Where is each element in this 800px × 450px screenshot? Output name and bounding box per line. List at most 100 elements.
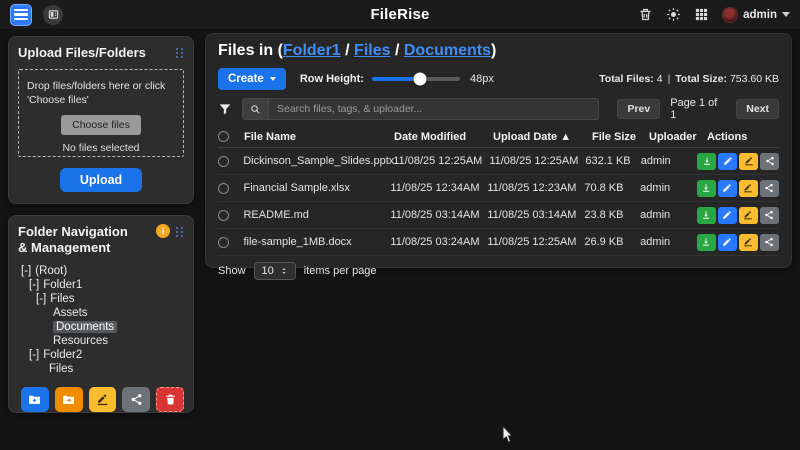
file-list-panel: Files in (Folder1 / Files / Documents) C…	[205, 33, 792, 268]
table-row: README.md 11/08/25 03:14AM 11/08/25 03:1…	[218, 202, 779, 229]
info-icon[interactable]: i	[156, 224, 170, 238]
file-size: 26.9 KB	[584, 236, 640, 248]
theme-toggle-sun-icon[interactable]	[666, 7, 681, 22]
share-button[interactable]	[760, 207, 779, 224]
file-name[interactable]: Dickinson_Sample_Slides.pptx	[243, 155, 393, 167]
row-checkbox[interactable]	[218, 237, 229, 248]
items-per-page-select[interactable]: 10	[254, 262, 296, 280]
select-all-checkbox[interactable]	[218, 131, 229, 142]
folder-panel-title: Folder Navigation & Management	[18, 224, 136, 257]
download-icon	[701, 237, 711, 247]
tree-item-resources[interactable]: Resources	[18, 334, 184, 348]
edit-button[interactable]	[718, 153, 737, 170]
move-folder-button[interactable]	[55, 387, 83, 412]
tree-item-folder2-files[interactable]: Files	[18, 362, 184, 376]
rename-button[interactable]	[739, 180, 758, 197]
upload-button[interactable]: Upload	[60, 168, 142, 192]
row-checkbox[interactable]	[218, 210, 229, 221]
drag-handle-icon[interactable]	[175, 226, 184, 238]
share-button[interactable]	[760, 153, 779, 170]
share-icon	[130, 393, 143, 406]
user-menu[interactable]: admin	[722, 7, 790, 23]
tree-item-documents[interactable]: Documents	[18, 320, 184, 334]
download-button[interactable]	[697, 153, 716, 170]
file-table: File Name Date Modified Upload Date ▲ Fi…	[218, 126, 779, 256]
download-button[interactable]	[697, 234, 716, 251]
edit-button[interactable]	[718, 207, 737, 224]
download-icon	[701, 183, 711, 193]
share-button[interactable]	[760, 234, 779, 251]
table-row: Financial Sample.xlsx 11/08/25 12:34AM 1…	[218, 175, 779, 202]
create-folder-button[interactable]	[21, 387, 49, 412]
top-bar: FileRise admin	[0, 0, 800, 30]
edit-button[interactable]	[718, 234, 737, 251]
share-icon	[765, 156, 775, 166]
row-height-slider[interactable]	[372, 72, 460, 86]
rename-button[interactable]	[739, 153, 758, 170]
view-toggle-button[interactable]	[43, 5, 63, 25]
rename-button[interactable]	[739, 234, 758, 251]
apps-grid-icon[interactable]	[694, 7, 709, 22]
download-icon	[702, 156, 712, 166]
create-button[interactable]: Create	[218, 68, 286, 90]
prev-page-button[interactable]: Prev	[617, 99, 660, 119]
rename-folder-button[interactable]	[89, 387, 117, 412]
col-header-file-size[interactable]: File Size	[592, 131, 649, 143]
tree-item-assets[interactable]: Assets	[18, 306, 184, 320]
file-toolbar: Create Row Height: 48px Total Files: 4|T…	[218, 67, 779, 91]
rename-button[interactable]	[739, 207, 758, 224]
download-button[interactable]	[697, 207, 716, 224]
share-icon	[764, 237, 774, 247]
breadcrumb-folder1[interactable]: Folder1	[283, 42, 341, 59]
drag-handle-icon[interactable]	[175, 47, 184, 59]
col-header-upload-date[interactable]: Upload Date ▲	[493, 131, 592, 143]
app-logo-icon[interactable]	[10, 4, 32, 26]
page-title: FileRise	[370, 6, 429, 23]
header-actions: admin	[638, 7, 790, 23]
upload-date: 11/08/25 12:23AM	[487, 182, 584, 194]
filter-icon[interactable]	[218, 102, 232, 116]
uploader: admin	[641, 155, 697, 167]
col-header-date-modified[interactable]: Date Modified	[394, 131, 493, 143]
breadcrumb-documents[interactable]: Documents	[404, 42, 491, 59]
tree-item-folder1[interactable]: [-]Folder1	[18, 278, 184, 292]
slider-thumb[interactable]	[414, 73, 427, 86]
tree-item-root[interactable]: [-](Root)	[18, 264, 184, 278]
breadcrumb: Files in (Folder1 / Files / Documents)	[218, 42, 779, 60]
tree-item-folder2[interactable]: [-]Folder2	[18, 348, 184, 362]
download-button[interactable]	[697, 180, 716, 197]
file-name[interactable]: README.md	[243, 209, 390, 221]
col-header-file-name[interactable]: File Name	[244, 131, 394, 143]
edit-button[interactable]	[718, 180, 737, 197]
file-dropzone[interactable]: Drop files/folders here or click 'Choose…	[18, 69, 184, 157]
pencil-icon	[722, 237, 732, 247]
delete-folder-button[interactable]	[156, 387, 184, 412]
row-checkbox[interactable]	[218, 183, 229, 194]
folder-plus-icon	[28, 393, 41, 406]
table-header-row: File Name Date Modified Upload Date ▲ Fi…	[218, 126, 779, 148]
search-input[interactable]	[269, 103, 598, 115]
row-height-value: 48px	[470, 73, 494, 85]
share-folder-button[interactable]	[122, 387, 150, 412]
tree-item-files[interactable]: [-]Files	[18, 292, 184, 306]
breadcrumb-files[interactable]: Files	[354, 42, 390, 59]
row-checkbox[interactable]	[218, 156, 229, 167]
col-header-actions: Actions	[707, 131, 779, 143]
mouse-cursor	[502, 425, 515, 444]
file-name[interactable]: Financial Sample.xlsx	[243, 182, 390, 194]
pencil-line-icon	[744, 156, 754, 166]
uploader: admin	[640, 209, 697, 221]
file-size: 632.1 KB	[585, 155, 640, 167]
file-name[interactable]: file-sample_1MB.docx	[243, 236, 390, 248]
search-icon	[243, 99, 269, 119]
totals-summary: Total Files: 4|Total Size: 753.60 KB	[599, 73, 779, 85]
search-box	[242, 98, 599, 120]
avatar	[722, 7, 738, 23]
next-page-button[interactable]: Next	[736, 99, 779, 119]
choose-files-button[interactable]: Choose files	[61, 115, 141, 135]
share-button[interactable]	[760, 180, 779, 197]
trash-icon[interactable]	[638, 7, 653, 22]
col-header-uploader[interactable]: Uploader	[649, 131, 707, 143]
share-icon	[764, 183, 774, 193]
items-per-page-label: items per page	[304, 265, 377, 277]
